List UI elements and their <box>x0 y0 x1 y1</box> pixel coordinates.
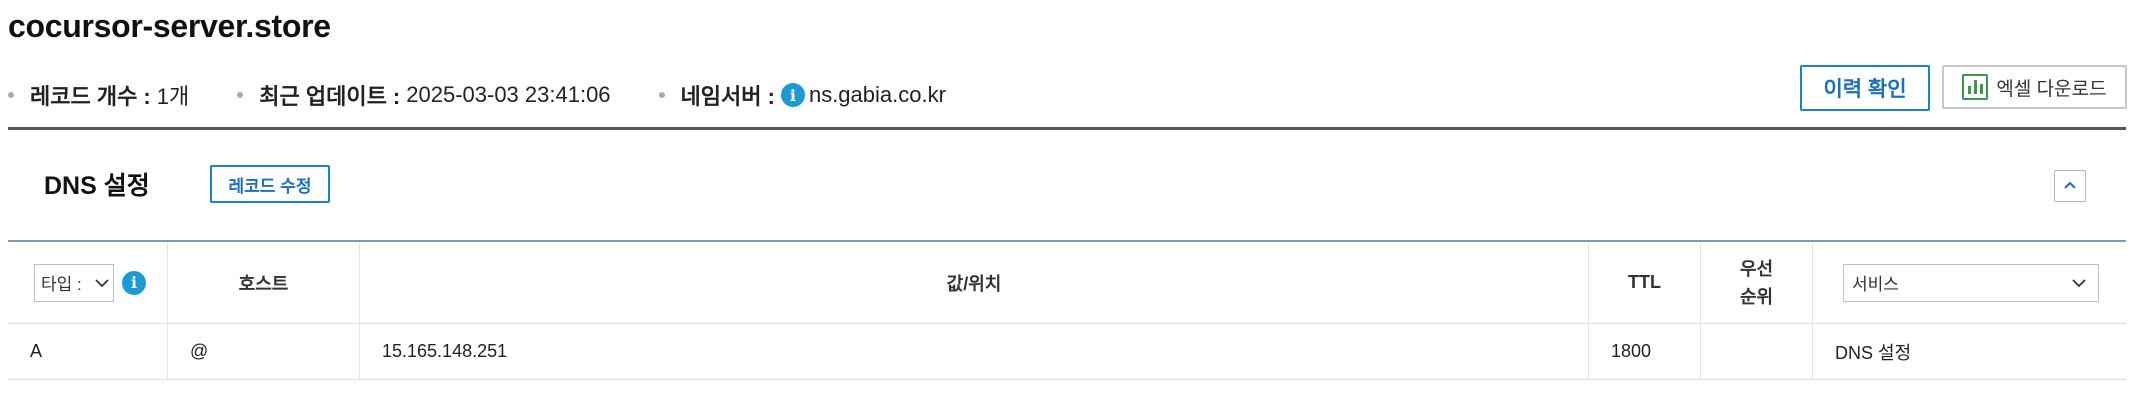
priority-line-2: 순위 <box>1739 286 1774 307</box>
domain-meta-row: 레코드 개수 : 1개 최근 업데이트 : 2025-03-03 23:41:0… <box>8 80 994 110</box>
bullet-icon <box>8 92 14 98</box>
row-service-value: DNS 설정 <box>1835 342 1912 363</box>
row-ttl: 1800 <box>1589 324 1701 379</box>
row-host: @ <box>168 324 360 379</box>
chevron-down-icon <box>95 278 109 287</box>
row-host-value: @ <box>190 341 209 361</box>
last-update-label: 최근 업데이트 : <box>259 84 401 109</box>
row-type: A <box>8 324 168 379</box>
priority-line-1: 우선 <box>1739 258 1774 279</box>
header-host-label: 호스트 <box>238 273 289 294</box>
header-service: 서비스 <box>1813 242 2126 323</box>
type-select-label: 타입 : <box>41 275 82 294</box>
record-count-value: 1개 <box>156 84 190 109</box>
row-value: 15.165.148.251 <box>360 324 1589 379</box>
dns-management-page: cocursor-server.store 레코드 개수 : 1개 최근 업데이… <box>0 0 2134 408</box>
header-host: 호스트 <box>168 242 360 323</box>
header-value-label: 값/위치 <box>946 273 1002 294</box>
history-button[interactable]: 이력 확인 <box>1800 65 1930 111</box>
info-icon[interactable]: i <box>122 270 146 295</box>
row-type-value: A <box>30 341 43 361</box>
section-title: DNS 설정 <box>44 172 150 200</box>
row-ttl-value: 1800 <box>1611 341 1652 361</box>
last-update-value: 2025-03-03 23:41:06 <box>406 82 611 107</box>
spreadsheet-chart-icon <box>1962 74 1989 100</box>
service-filter-select[interactable]: 서비스 <box>1843 263 2099 302</box>
collapse-button[interactable] <box>2054 170 2086 202</box>
header-priority-label: 우선 순위 <box>1701 255 1812 311</box>
chevron-down-icon <box>2072 278 2086 287</box>
service-select-label: 서비스 <box>1852 275 1899 294</box>
header-ttl-label: TTL <box>1628 272 1661 292</box>
bullet-icon <box>237 92 244 98</box>
bullet-icon <box>658 92 665 98</box>
edit-records-button[interactable]: 레코드 수정 <box>210 165 330 203</box>
row-priority <box>1701 324 1813 379</box>
excel-download-button[interactable]: 엑셀 다운로드 <box>1942 65 2127 109</box>
domain-title: cocursor-server.store <box>8 8 331 44</box>
record-count: 레코드 개수 : 1개 <box>8 79 189 111</box>
last-update: 최근 업데이트 : 2025-03-03 23:41:06 <box>237 79 611 111</box>
type-filter-select[interactable]: 타입 : <box>34 263 114 302</box>
header-ttl: TTL <box>1589 242 1701 323</box>
header-value: 값/위치 <box>360 242 1589 323</box>
row-service: DNS 설정 <box>1813 324 2126 379</box>
header-priority: 우선 순위 <box>1701 242 1813 323</box>
info-icon[interactable]: i <box>780 83 805 107</box>
header-type-cell: 타입 : i <box>8 242 168 323</box>
dns-settings-header: DNS 설정 레코드 수정 <box>8 130 2126 240</box>
record-count-label: 레코드 개수 : <box>30 84 151 109</box>
table-header: 타입 : i 호스트 값/위치 TTL 우선 순위 서비스 <box>8 242 2126 324</box>
table-row: A @ 15.165.148.251 1800 DNS 설정 <box>8 324 2126 380</box>
nameserver-label: 네임서버 : <box>680 84 775 109</box>
chevron-up-icon <box>2064 181 2076 189</box>
nameserver-value: ns.gabia.co.kr <box>808 82 946 107</box>
nameserver: 네임서버 : i ns.gabia.co.kr <box>658 79 946 111</box>
row-value-value: 15.165.148.251 <box>382 341 508 361</box>
excel-download-label: 엑셀 다운로드 <box>1996 78 2107 100</box>
